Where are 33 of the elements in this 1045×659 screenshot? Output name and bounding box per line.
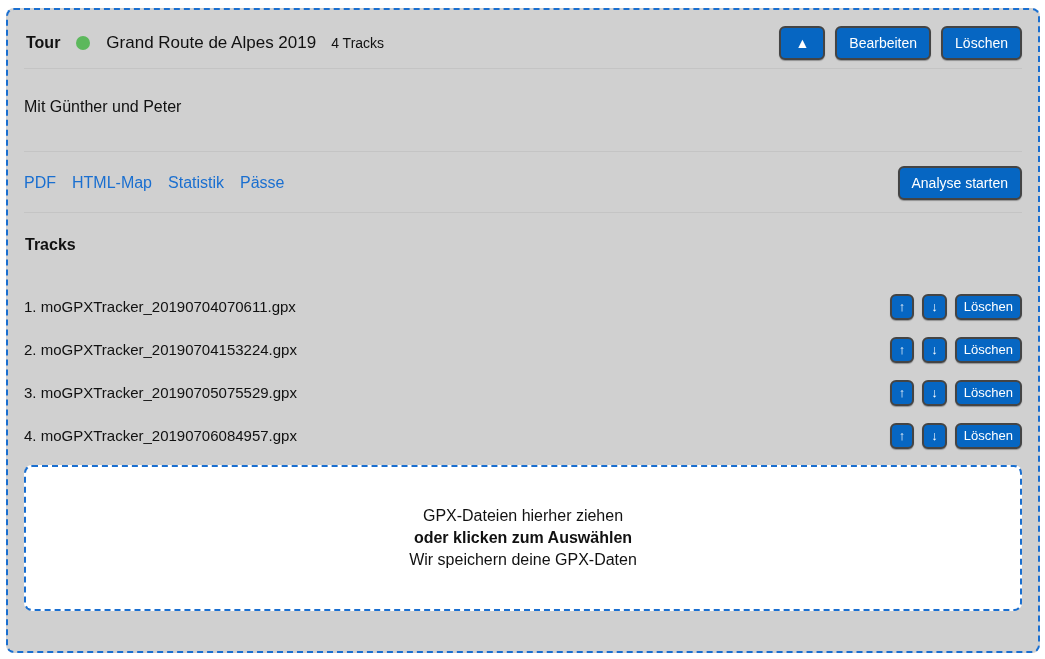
track-name: 2. moGPXTracker_20190704153224.gpx: [24, 341, 297, 358]
track-count: 4 Tracks: [331, 35, 385, 51]
upload-dropzone[interactable]: GPX-Dateien hierher ziehen oder klicken zum Auswählen Wir speichern deine GPX-Daten: [24, 465, 1022, 611]
tour-label: Tour: [26, 34, 61, 52]
tour-name: Grand Route de Alpes 2019: [106, 33, 317, 53]
delete-button[interactable]: Löschen: [954, 336, 1022, 363]
move-down-button[interactable]: ↓: [922, 336, 947, 363]
move-down-button[interactable]: ↓: [922, 422, 947, 449]
collapse-button[interactable]: ▲: [779, 26, 826, 60]
export-link[interactable]: PDF: [24, 174, 56, 192]
analyse-button[interactable]: Analyse starten: [897, 166, 1022, 200]
export-link[interactable]: Pässe: [240, 174, 285, 192]
move-down-button[interactable]: ↓: [922, 293, 947, 320]
dropzone-text: oder klicken zum Auswählen: [413, 529, 633, 547]
delete-button[interactable]: Löschen: [954, 293, 1022, 320]
dropzone-text: GPX-Dateien hierher ziehen: [422, 507, 624, 525]
move-up-button[interactable]: ↑: [889, 379, 915, 406]
move-up-button[interactable]: ↑: [889, 422, 915, 449]
move-up-button[interactable]: ↑: [889, 293, 915, 320]
export-link[interactable]: HTML-Map: [72, 174, 152, 192]
track-name: 1. moGPXTracker_20190704070611.gpx: [24, 298, 296, 315]
action-button[interactable]: Bearbeiten: [835, 26, 932, 60]
delete-button[interactable]: Löschen: [954, 379, 1022, 406]
track-name: 3. moGPXTracker_20190705075529.gpx: [24, 384, 297, 401]
move-up-button[interactable]: ↑: [889, 336, 915, 363]
dropzone-text: Wir speichern deine GPX-Daten: [409, 551, 637, 569]
tour-description: Mit Günther und Peter: [24, 98, 182, 116]
move-down-button[interactable]: ↓: [922, 379, 947, 406]
export-link[interactable]: Statistik: [168, 174, 225, 192]
action-button[interactable]: Löschen: [941, 26, 1022, 60]
delete-button[interactable]: Löschen: [954, 422, 1022, 449]
tracks-heading: Tracks: [25, 236, 76, 254]
track-name: 4. moGPXTracker_20190706084957.gpx: [24, 427, 297, 444]
